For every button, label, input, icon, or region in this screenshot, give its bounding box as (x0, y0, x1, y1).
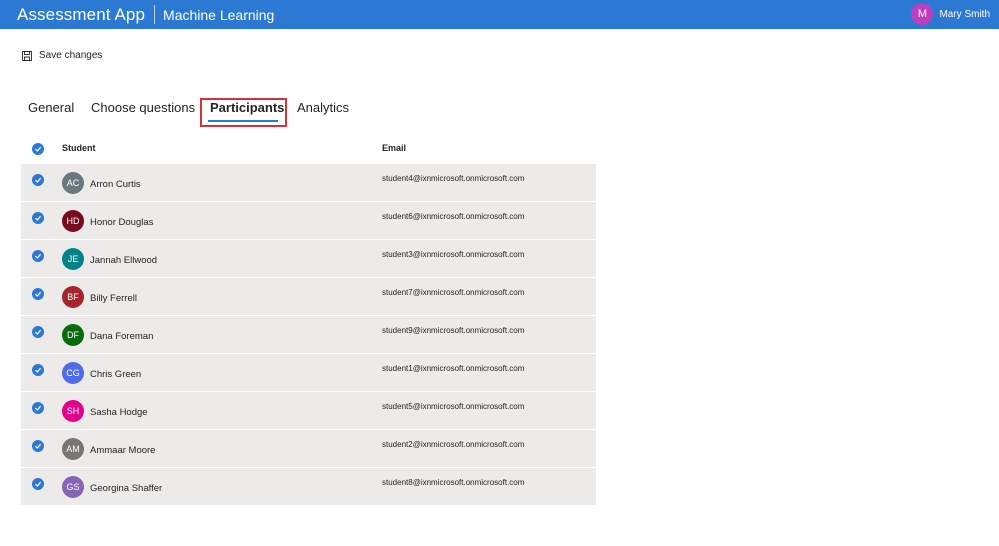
checkmark-icon (35, 367, 42, 373)
save-changes-button[interactable]: Save changes (22, 50, 102, 61)
tab-general[interactable]: General (28, 100, 74, 115)
column-header-email[interactable]: Email (382, 143, 406, 153)
student-avatar: GS (62, 476, 84, 498)
student-name: Arron Curtis (90, 179, 141, 190)
student-email: student3@ixnmicrosoft.onmicrosoft.com (382, 250, 525, 259)
table-row[interactable]: JE Jannah Ellwood student3@ixnmicrosoft.on… (21, 240, 596, 278)
table-row[interactable]: AC Arron Curtis student4@ixnmicrosoft.onmi… (21, 164, 596, 202)
student-name: Ammaar Moore (90, 445, 156, 456)
save-icon (22, 50, 32, 61)
save-changes-label: Save changes (39, 50, 103, 61)
student-name: Sasha Hodge (90, 407, 148, 418)
checkmark-icon (35, 177, 42, 183)
row-checkbox[interactable] (32, 250, 44, 262)
select-all-checkbox[interactable] (32, 143, 44, 155)
student-email: student5@ixnmicrosoft.onmicrosoft.com (382, 402, 525, 411)
title-divider (154, 5, 156, 24)
table-row[interactable]: AM Ammaar Moore student2@ixnmicrosoft.onmi… (21, 430, 596, 468)
row-checkbox[interactable] (32, 402, 44, 414)
student-email: student6@ixnmicrosoft.onmicrosoft.com (382, 212, 525, 221)
student-email: student1@ixnmicrosoft.onmicrosoft.com (382, 364, 525, 373)
student-avatar: AM (62, 438, 84, 460)
student-email: student8@ixnmicrosoft.onmicrosoft.com (382, 478, 525, 487)
checkmark-icon (35, 481, 42, 487)
row-checkbox[interactable] (32, 364, 44, 376)
student-name: Jannah Ellwood (90, 255, 158, 266)
checkmark-icon (35, 215, 42, 221)
row-checkbox[interactable] (32, 478, 44, 490)
row-checkbox[interactable] (32, 212, 44, 224)
column-header-student[interactable]: Student (62, 143, 96, 153)
student-avatar: CG (62, 362, 84, 384)
tab-choose-questions[interactable]: Choose questions (91, 100, 195, 115)
student-avatar: JE (62, 248, 84, 270)
checkmark-icon (35, 329, 42, 335)
tab-highlight-box (200, 98, 287, 127)
tab-analytics[interactable]: Analytics (297, 100, 349, 115)
table-row[interactable]: SH Sasha Hodge student5@ixnmicrosoft.onmic… (21, 392, 596, 430)
table-header: Student Email (21, 140, 596, 162)
table-row[interactable]: CG Chris Green student1@ixnmicrosoft.onmic… (21, 354, 596, 392)
table-row[interactable]: GS Georgina Shaffer student8@ixnmicrosoft.… (21, 468, 596, 506)
participants-list: AC Arron Curtis student4@ixnmicrosoft.onmi… (21, 164, 596, 506)
student-name: Billy Ferrell (90, 293, 137, 304)
student-avatar: AC (62, 172, 84, 194)
row-checkbox[interactable] (32, 440, 44, 452)
student-email: student2@ixnmicrosoft.onmicrosoft.com (382, 440, 525, 449)
student-name: Dana Foreman (90, 331, 154, 342)
student-name: Georgina Shaffer (90, 483, 163, 494)
student-name: Honor Douglas (90, 217, 154, 228)
checkmark-icon (35, 405, 42, 411)
student-avatar: BF (62, 286, 84, 308)
table-row[interactable]: BF Billy Ferrell student7@ixnmicrosoft.onm… (21, 278, 596, 316)
checkmark-icon (35, 443, 42, 449)
user-name[interactable]: Mary Smith (939, 9, 990, 20)
user-menu[interactable]: M Mary Smith (911, 3, 990, 25)
student-avatar: HD (62, 210, 84, 232)
row-checkbox[interactable] (32, 174, 44, 186)
row-checkbox[interactable] (32, 288, 44, 300)
app-title[interactable]: Assessment App (17, 5, 145, 25)
module-title: Machine Learning (163, 6, 275, 23)
user-avatar[interactable]: M (911, 3, 934, 25)
checkmark-icon (35, 253, 42, 259)
student-avatar: SH (62, 400, 84, 422)
table-row[interactable]: DF Dana Foreman student9@ixnmicrosoft.onmi… (21, 316, 596, 354)
checkmark-icon (35, 291, 42, 297)
checkmark-icon (35, 146, 42, 152)
top-bar: Assessment App Machine Learning M Mary S… (0, 0, 999, 29)
student-email: student7@ixnmicrosoft.onmicrosoft.com (382, 288, 525, 297)
student-avatar: DF (62, 324, 84, 346)
table-row[interactable]: HD Honor Douglas student6@ixnmicrosoft.onm… (21, 202, 596, 240)
row-checkbox[interactable] (32, 326, 44, 338)
student-email: student4@ixnmicrosoft.onmicrosoft.com (382, 174, 525, 183)
student-name: Chris Green (90, 369, 142, 380)
student-email: student9@ixnmicrosoft.onmicrosoft.com (382, 326, 525, 335)
